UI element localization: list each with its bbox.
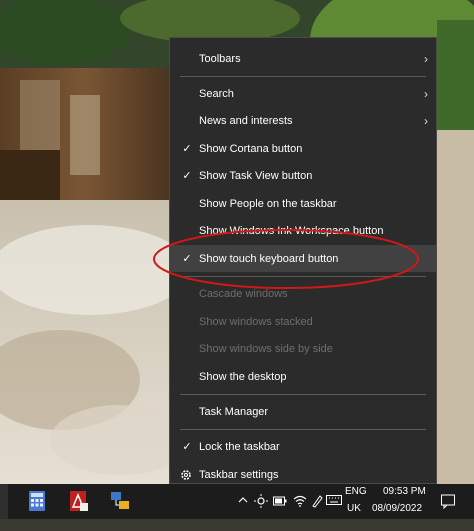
wifi-icon[interactable]	[293, 495, 307, 530]
menu-item-task-manager[interactable]: Task Manager	[170, 398, 436, 425]
calculator-icon[interactable]	[28, 490, 46, 525]
menu-item-label: Lock the taskbar	[199, 440, 280, 453]
gear-icon	[180, 469, 194, 481]
menu-item-news-and-interests[interactable]: News and interests ›	[170, 107, 436, 134]
menu-item-label: Task Manager	[199, 405, 269, 418]
checkmark-icon: ✓	[182, 170, 192, 182]
clock-time[interactable]: 09:53 PM	[383, 486, 426, 497]
language-indicator-top[interactable]: ENG	[345, 486, 367, 497]
menu-item-lock-the-taskbar[interactable]: ✓ Lock the taskbar	[170, 433, 436, 460]
menu-item-show-task-view-button[interactable]: ✓ Show Task View button	[170, 162, 436, 189]
menu-item-label: Show Cortana button	[199, 142, 303, 155]
chevron-right-icon: ›	[424, 86, 428, 101]
menu-item-label: Show the desktop	[199, 370, 287, 383]
language-indicator-bottom[interactable]: UK	[347, 503, 361, 514]
menu-item-label: Toolbars	[199, 52, 241, 65]
clock-date[interactable]: 08/09/2022	[372, 503, 422, 514]
menu-item-show-the-desktop[interactable]: Show the desktop	[170, 363, 436, 390]
menu-item-label: News and interests	[199, 114, 293, 127]
chevron-right-icon: ›	[424, 51, 428, 66]
taskbar: ENG UK 09:53 PM 08/09/2022	[0, 484, 474, 519]
menu-item-show-windows-side-by-side: Show windows side by side	[170, 335, 436, 362]
pen-icon[interactable]	[311, 494, 323, 529]
taskbar-left-edge	[0, 484, 8, 519]
menu-separator	[180, 394, 426, 395]
menu-item-toolbars[interactable]: Toolbars ›	[170, 45, 436, 72]
checkmark-icon: ✓	[182, 441, 192, 453]
menu-item-label: Search	[199, 87, 234, 100]
keyboard-icon[interactable]	[326, 495, 342, 530]
annotation-ellipse	[153, 229, 419, 289]
weather-icon[interactable]	[254, 494, 268, 529]
menu-item-search[interactable]: Search ›	[170, 80, 436, 107]
notification-icon[interactable]	[440, 493, 456, 528]
menu-separator	[180, 429, 426, 430]
menu-item-label: Show windows stacked	[199, 315, 313, 328]
menu-item-label: Taskbar settings	[199, 468, 279, 481]
checkmark-icon: ✓	[182, 143, 192, 155]
menu-item-show-people[interactable]: Show People on the taskbar	[170, 190, 436, 217]
menu-item-label: Show People on the taskbar	[199, 197, 337, 210]
menu-item-label: Show Task View button	[199, 169, 313, 182]
battery-icon[interactable]	[273, 496, 287, 531]
menu-item-show-windows-stacked: Show windows stacked	[170, 308, 436, 335]
menu-item-label: Show windows side by side	[199, 342, 333, 355]
menu-separator	[180, 76, 426, 77]
menu-item-show-cortana-button[interactable]: ✓ Show Cortana button	[170, 135, 436, 162]
chevron-up-icon[interactable]	[238, 496, 248, 531]
chevron-right-icon: ›	[424, 113, 428, 128]
